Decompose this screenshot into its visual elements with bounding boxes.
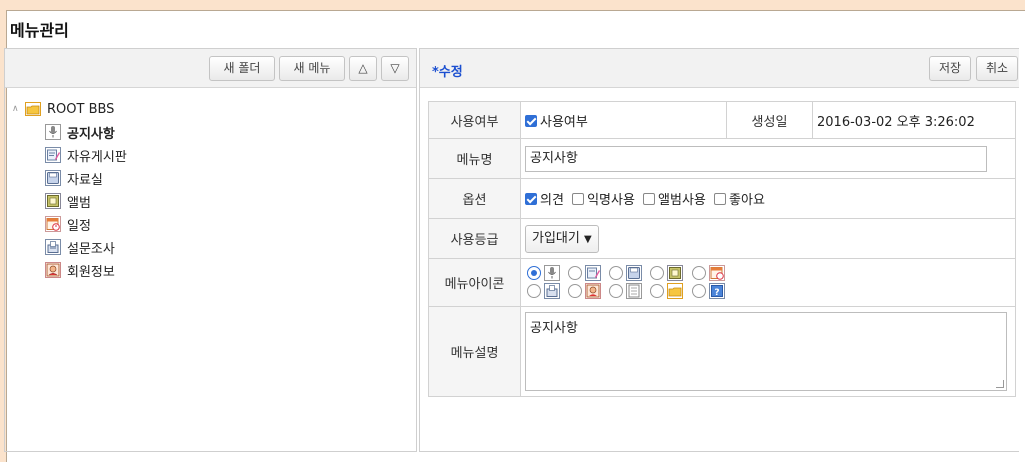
- resize-handle-icon[interactable]: [996, 380, 1004, 388]
- icon-radio-document[interactable]: [609, 284, 624, 298]
- new-folder-button[interactable]: 새 폴더: [209, 56, 275, 81]
- menu-description-text: 공지사항: [530, 321, 578, 336]
- svg-text:?: ?: [714, 288, 719, 298]
- tree-item-schedule[interactable]: 일정: [45, 213, 91, 235]
- tree-toolbar: 새 폴더 새 메뉴 △ ▽: [5, 49, 416, 88]
- photo-icon: [667, 265, 684, 281]
- ballot-icon: [45, 239, 61, 255]
- option-label-text: 익명사용: [587, 193, 635, 208]
- folder-icon: [25, 102, 41, 116]
- icon-radio-microphone[interactable]: [527, 266, 541, 280]
- checkbox-checked-icon: [525, 114, 537, 127]
- microphone-icon: [544, 265, 560, 281]
- cancel-button[interactable]: 취소: [976, 56, 1018, 81]
- checkbox-icon: [643, 193, 656, 205]
- disk-icon: [626, 265, 643, 281]
- icon-radio-calendar[interactable]: [691, 266, 706, 280]
- page-title: 메뉴관리: [10, 21, 69, 40]
- checkbox-icon: [714, 193, 727, 205]
- icon-radio-help[interactable]: [691, 284, 706, 298]
- tree-root-label: ROOT BBS: [47, 101, 115, 117]
- ballot-icon: [544, 283, 560, 299]
- move-down-button[interactable]: ▽: [381, 56, 409, 81]
- option-opinion-checkbox[interactable]: 의견: [525, 193, 564, 208]
- grade-select-value: 가입대기: [532, 230, 580, 246]
- tree-item-label: 앨범: [67, 195, 91, 211]
- tree-item-label: 일정: [67, 218, 91, 234]
- option-label-text: 좋아요: [729, 193, 765, 208]
- icon-radio-ballot[interactable]: [527, 284, 541, 298]
- disk-icon: [45, 170, 61, 186]
- desc-label: 메뉴설명: [428, 306, 521, 397]
- member-icon: [585, 283, 602, 299]
- name-cell: 공지사항: [520, 138, 1016, 179]
- tree-item-member[interactable]: 회원정보: [45, 259, 115, 281]
- collapse-icon[interactable]: ∧: [12, 104, 19, 114]
- icon-radio-photo[interactable]: [650, 266, 665, 280]
- document-icon: [626, 283, 643, 299]
- edit-toolbar: *수정 저장 취소: [420, 49, 1019, 88]
- save-button[interactable]: 저장: [929, 56, 971, 81]
- tree-item-label: 회원정보: [67, 264, 115, 280]
- option-label: 옵션: [428, 178, 521, 219]
- menu-tree-panel: 새 폴더 새 메뉴 △ ▽ ∧ ROOT BBS 공지사항 자유게시판 자료실 …: [4, 48, 417, 452]
- tree-item-free-board[interactable]: 자유게시판: [45, 144, 127, 166]
- use-checkbox[interactable]: 사용여부: [525, 114, 588, 130]
- calendar-icon: [708, 265, 725, 281]
- option-label-text: 의견: [540, 193, 564, 208]
- menu-name-input[interactable]: 공지사항: [525, 145, 987, 172]
- notepad-icon: [45, 147, 61, 163]
- option-album-checkbox[interactable]: 앨범사용: [643, 193, 706, 208]
- tree-item-label: 공지사항: [67, 126, 115, 142]
- checkbox-icon: [572, 193, 585, 205]
- use-checkbox-label: 사용여부: [540, 114, 588, 130]
- desc-cell: 공지사항: [520, 306, 1016, 397]
- icon-radio-notepad[interactable]: [568, 266, 583, 280]
- option-cell: 의견 익명사용 앨범사용 좋아요: [520, 178, 1016, 219]
- menu-description-textarea[interactable]: 공지사항: [525, 312, 1007, 391]
- grade-label: 사용등급: [428, 218, 521, 259]
- option-like-checkbox[interactable]: 좋아요: [714, 193, 765, 208]
- tree-item-label: 자유게시판: [67, 149, 127, 165]
- photo-icon: [45, 193, 61, 209]
- icon-picker: ?: [520, 258, 1016, 307]
- folder-icon: [667, 283, 684, 299]
- grade-select[interactable]: 가입대기 ▼: [525, 224, 599, 253]
- tree-item-album[interactable]: 앨범: [45, 190, 91, 212]
- option-anonymous-checkbox[interactable]: 익명사용: [572, 193, 635, 208]
- microphone-icon: [45, 124, 61, 140]
- created-value: 2016-03-02 오후 3:26:02: [812, 101, 1016, 139]
- menu-edit-form: 사용여부 사용여부 생성일 2016-03-02 오후 3:26:02 메뉴명 …: [428, 101, 1016, 397]
- tree-root[interactable]: ROOT BBS: [25, 98, 114, 120]
- tree-item-label: 자료실: [67, 172, 103, 188]
- icon-radio-folder[interactable]: [650, 284, 665, 298]
- move-up-button[interactable]: △: [349, 56, 377, 81]
- grade-cell: 가입대기 ▼: [520, 218, 1016, 259]
- created-label: 생성일: [726, 101, 813, 139]
- checkbox-checked-icon: [525, 193, 537, 205]
- use-cell: 사용여부: [520, 101, 727, 139]
- calendar-icon: [45, 216, 61, 232]
- tree-item-label: 설문조사: [67, 241, 115, 257]
- tree-item-notice[interactable]: 공지사항: [45, 121, 115, 143]
- name-label: 메뉴명: [428, 138, 521, 179]
- icon-radio-member[interactable]: [568, 284, 583, 298]
- icon-radio-disk[interactable]: [609, 266, 624, 280]
- member-icon: [45, 262, 61, 278]
- icon-label: 메뉴아이콘: [428, 258, 521, 307]
- use-label: 사용여부: [428, 101, 521, 139]
- new-menu-button[interactable]: 새 메뉴: [279, 56, 345, 81]
- notepad-icon: [585, 265, 602, 281]
- option-label-text: 앨범사용: [658, 193, 706, 208]
- tree-item-library[interactable]: 자료실: [45, 167, 103, 189]
- chevron-down-icon: ▼: [583, 233, 592, 245]
- help-icon: ?: [708, 283, 725, 299]
- edit-title: *수정: [432, 65, 463, 80]
- menu-edit-panel: *수정 저장 취소 사용여부 사용여부 생성일 2016-03-02 오후 3:…: [419, 48, 1019, 452]
- menu-tree: ∧ ROOT BBS 공지사항 자유게시판 자료실 앨범 일정 설문조사 회원정…: [5, 88, 416, 280]
- tree-item-survey[interactable]: 설문조사: [45, 236, 115, 258]
